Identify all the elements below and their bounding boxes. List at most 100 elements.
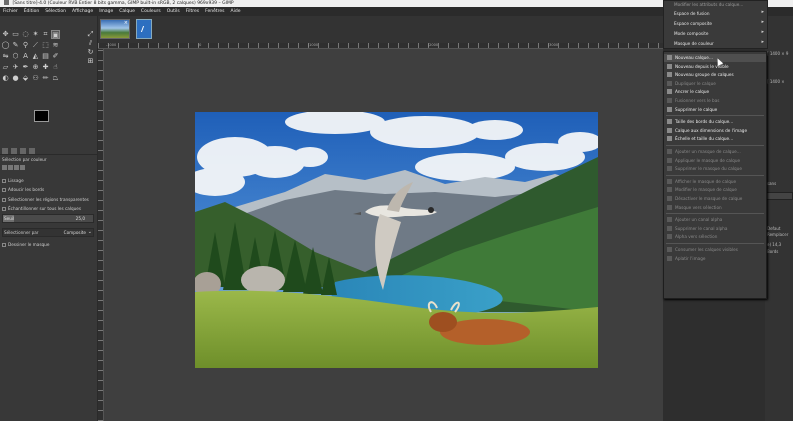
- submenu-arrow-icon: ▸: [761, 39, 764, 45]
- rect-select-icon[interactable]: ▭: [11, 30, 20, 39]
- layer-menu-item[interactable]: Ajouter un masque de calque…: [664, 148, 766, 156]
- feather-checkbox[interactable]: [2, 188, 6, 192]
- menu-selection[interactable]: Sélection: [45, 9, 66, 14]
- unified-transform-icon[interactable]: ⬚: [41, 41, 50, 50]
- menu-item-blend-space[interactable]: Espace de fusion: [674, 11, 710, 16]
- layer-menu-item[interactable]: Dupliquer le calque: [664, 80, 766, 88]
- foreground-select-icon[interactable]: ⚇: [31, 74, 40, 83]
- menu-couleurs[interactable]: Couleurs: [141, 9, 161, 14]
- dock-mode-select[interactable]: [765, 192, 793, 200]
- select-by-color-icon[interactable]: ▣: [51, 30, 60, 39]
- image-thumbnail-tab-2[interactable]: [136, 19, 152, 39]
- layer-menu-item[interactable]: Fusionner vers le bas: [664, 97, 766, 105]
- color-swatches[interactable]: [26, 110, 62, 144]
- zoom-icon[interactable]: ⚲: [21, 41, 30, 50]
- layer-menu-item[interactable]: Consumer les calques visibles: [664, 246, 766, 254]
- layer-menu-item[interactable]: Échelle et taille du calque…: [664, 135, 766, 143]
- layer-menu-item[interactable]: Ancrer le calque: [664, 88, 766, 96]
- layer-menu-item[interactable]: Aplatir l'image: [664, 255, 766, 263]
- layer-menu-item[interactable]: Modifier le masque de calque: [664, 186, 766, 194]
- device-status-tab-icon[interactable]: [11, 148, 17, 154]
- shear-icon[interactable]: ⫽: [86, 39, 95, 48]
- menu-fichier[interactable]: Fichier: [3, 9, 18, 14]
- color-picker-icon[interactable]: ⬙: [21, 74, 30, 83]
- transparent-checkbox[interactable]: [2, 198, 6, 202]
- perspective-icon[interactable]: ⏢: [51, 74, 60, 83]
- layer-menu-item[interactable]: Supprimer le canal alpha: [664, 225, 766, 233]
- mode-add-icon[interactable]: [8, 165, 13, 170]
- layer-menu-item[interactable]: Supprimer le calque: [664, 106, 766, 114]
- layer-menu-item[interactable]: Masque vers sélection: [664, 204, 766, 212]
- rotate-icon[interactable]: ↻: [86, 48, 95, 57]
- mode-subtract-icon[interactable]: [14, 165, 19, 170]
- measure-icon[interactable]: ⟋: [31, 41, 40, 50]
- layer-menu-item[interactable]: Supprimer le masque du calque: [664, 165, 766, 173]
- airbrush-icon[interactable]: ✈: [11, 63, 20, 72]
- menu-item-composite-mode[interactable]: Mode composite: [674, 31, 708, 36]
- menu-image[interactable]: Image: [99, 9, 113, 14]
- feather-option[interactable]: Adoucir les bords: [2, 187, 44, 192]
- text-icon[interactable]: A: [21, 52, 30, 61]
- warp-icon[interactable]: ≋: [51, 41, 60, 50]
- image-canvas[interactable]: [195, 112, 598, 368]
- menu-calque[interactable]: Calque: [119, 9, 135, 14]
- menu-filtres[interactable]: Filtres: [186, 9, 199, 14]
- gradient-icon[interactable]: ▤: [41, 52, 50, 61]
- blur-icon[interactable]: ●: [11, 74, 20, 83]
- layer-menu-item[interactable]: Ajouter un canal alpha: [664, 216, 766, 224]
- lasso-icon[interactable]: ◌: [21, 30, 30, 39]
- ink-icon[interactable]: ✒: [21, 63, 30, 72]
- crop-icon[interactable]: ⌗: [41, 30, 50, 39]
- mode-replace-icon[interactable]: [2, 165, 7, 170]
- move-tool-icon[interactable]: ✥: [1, 30, 10, 39]
- clone-icon[interactable]: ⊕: [31, 63, 40, 72]
- mypaint-icon[interactable]: ✏: [41, 74, 50, 83]
- eraser-icon[interactable]: ▱: [1, 63, 10, 72]
- cage-icon[interactable]: ⬡: [11, 52, 20, 61]
- heal-icon[interactable]: ✚: [41, 63, 50, 72]
- paintbrush-icon[interactable]: ✐: [51, 52, 60, 61]
- layer-menu-item[interactable]: Appliquer le masque de calque: [664, 157, 766, 165]
- menu-item-layer-attributes[interactable]: Modifier les attributs du calque…: [674, 2, 743, 7]
- threshold-slider[interactable]: Seuil 25,0: [2, 214, 94, 223]
- smudge-icon[interactable]: ☝: [51, 63, 60, 72]
- layer-menu-item[interactable]: Nouveau depuis le visible: [664, 63, 766, 71]
- antialias-option[interactable]: Lissage: [2, 178, 24, 183]
- scale-icon[interactable]: ⤢: [86, 30, 95, 39]
- dodge-icon[interactable]: ◐: [1, 74, 10, 83]
- image-thumbnail-tab[interactable]: ×: [100, 19, 130, 39]
- close-icon[interactable]: ×: [124, 20, 128, 26]
- paths-icon[interactable]: ✎: [11, 41, 20, 50]
- foreground-color-swatch[interactable]: [34, 110, 49, 122]
- menu-item-composite-space[interactable]: Espace composite: [674, 21, 712, 26]
- layer-menu-item[interactable]: Taille des bords du calque…: [664, 118, 766, 126]
- draw-mask-option[interactable]: Dessiner le masque: [2, 242, 49, 247]
- menu-fenetres[interactable]: Fenêtres: [205, 9, 224, 14]
- menu-edition[interactable]: Édition: [24, 9, 40, 14]
- layer-menu-item[interactable]: Calque aux dimensions de l'image: [664, 127, 766, 135]
- menu-affichage[interactable]: Affichage: [72, 9, 93, 14]
- sample-merged-checkbox[interactable]: [2, 207, 6, 211]
- ellipse-select-icon[interactable]: ◯: [1, 41, 10, 50]
- draw-mask-checkbox[interactable]: [2, 243, 6, 247]
- tool-options-tab-icon[interactable]: [2, 148, 8, 154]
- fuzzy-select-icon[interactable]: ✶: [31, 30, 40, 39]
- layer-menu-item[interactable]: Désactiver le masque de calque: [664, 195, 766, 203]
- menu-item-color-tag[interactable]: Masque de couleur: [674, 41, 714, 46]
- bucket-fill-icon[interactable]: ◭: [31, 52, 40, 61]
- boulder: [241, 266, 285, 294]
- mode-intersect-icon[interactable]: [20, 165, 25, 170]
- images-tab-icon[interactable]: [29, 148, 35, 154]
- menu-outils[interactable]: Outils: [167, 9, 180, 14]
- flip-icon[interactable]: ⇋: [1, 52, 10, 61]
- antialias-checkbox[interactable]: [2, 179, 6, 183]
- undo-history-tab-icon[interactable]: [20, 148, 26, 154]
- layer-menu-item[interactable]: Afficher le masque de calque: [664, 178, 766, 186]
- criterion-select[interactable]: Sélectionner par Composite ⌄: [2, 228, 94, 237]
- layer-menu-item[interactable]: Alpha vers sélection: [664, 233, 766, 241]
- sample-merged-option[interactable]: Échantillonner sur tous les calques: [2, 206, 81, 211]
- transparent-option[interactable]: Sélectionner les régions transparentes: [2, 197, 89, 202]
- menu-aide[interactable]: Aide: [231, 9, 241, 14]
- layer-menu-item[interactable]: Nouveau groupe de calques: [664, 71, 766, 79]
- align-icon[interactable]: ⊞: [86, 57, 95, 66]
